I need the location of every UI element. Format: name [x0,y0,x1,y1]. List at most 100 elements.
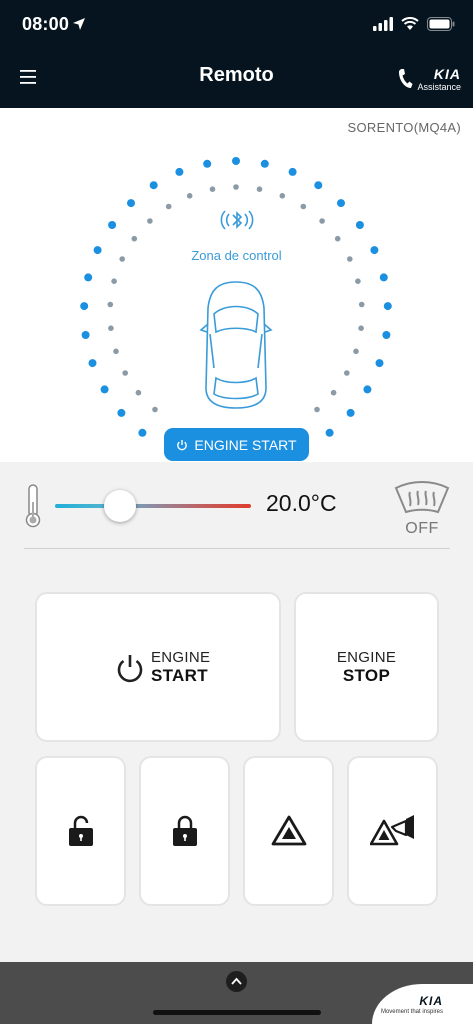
zone-dot [379,273,388,282]
zone-dot [186,193,193,199]
zone-dot [203,159,212,168]
status-time: 08:00 [22,14,70,34]
zone-dot [209,186,216,192]
zone-dot [355,221,364,229]
location-arrow-icon [73,18,85,30]
kia-logo: KIA [419,994,443,1008]
zone-dot [382,331,391,339]
outer-dot-ring [80,157,392,437]
zone-dot [344,370,350,376]
zone-dot [117,408,126,417]
zone-dot [337,199,345,208]
zone-dot [279,193,286,199]
zone-dot [152,406,158,413]
temperature-slider-thumb[interactable] [103,490,136,522]
hazard-icon [271,815,306,846]
header-bar: 08:00 Remoto KIA Assistance [0,0,473,108]
car-top-view-icon [199,281,273,409]
panic-horn-button[interactable] [347,756,438,906]
zone-dot [108,325,114,331]
lock-button[interactable] [139,756,230,906]
zone-dot [165,203,172,210]
zone-dot [147,218,153,224]
zone-dot [149,181,158,190]
temperature-value: 20.0°C [266,490,337,516]
zone-dot [319,218,325,224]
zone-dot [88,359,97,368]
panic-horn-icon [369,815,414,846]
control-zone-graphic [80,157,392,437]
zone-dot [131,235,138,242]
zone-dot [325,428,334,437]
zone-dot [232,157,240,165]
zone-dot [233,184,239,190]
engine-start-pill-button[interactable]: ENGINE START [164,428,309,461]
zone-dot [330,389,337,396]
engine-start-line2: START [151,665,208,685]
zone-dot [100,385,109,394]
engine-stop-line2: STOP [342,665,391,685]
zone-dot [113,348,119,355]
zone-dot [363,385,372,394]
power-icon [117,654,143,682]
thermometer-icon [25,484,41,528]
zone-dot [108,221,117,229]
brand-tab: KIA Movement that inspires [372,984,473,1024]
wifi-icon [401,17,419,30]
zone-dot [383,302,392,311]
climate-control: 20.0°C OFF [0,462,473,550]
lock-icon [172,815,197,846]
zone-dot [300,203,307,210]
assistance-button[interactable]: KIA Assistance [397,64,461,94]
zone-dot [138,428,147,437]
zone-dot [175,167,184,176]
defrost-status: OFF [405,520,439,537]
zone-dot [358,301,365,308]
control-zone-panel: SORENTO(MQ4A) Zona de control ENGINE STA… [0,108,473,462]
engine-stop-button[interactable]: ENGINE STOP [294,592,439,742]
zone-dot [127,199,135,208]
cellular-signal-icon [373,17,393,31]
phone-icon [399,69,413,88]
windshield-defrost-icon [394,481,450,514]
status-indicators [373,17,455,31]
zone-dot [353,348,359,355]
zone-dot [111,278,117,284]
zone-dot [346,408,355,417]
engine-start-button[interactable]: ENGINE START [35,592,281,742]
zone-dot [314,181,323,190]
control-zone-label: Zona de control [191,248,282,263]
zone-dot [260,159,269,168]
zone-dot [122,370,128,376]
power-icon [177,439,188,450]
zone-dot [288,167,297,176]
assistance-label: Assistance [417,81,461,92]
zone-dot [135,389,142,396]
zone-dot [80,302,89,311]
zone-dot [107,301,114,308]
zone-dot [84,273,93,282]
expand-button[interactable] [226,971,247,992]
kia-logo: KIA [433,65,461,82]
temperature-slider-track[interactable] [55,504,251,508]
chevron-up-icon [231,977,242,985]
bluetooth-icon [220,210,254,230]
bottom-bar: KIA Movement that inspires [0,962,473,1024]
hazard-lights-button[interactable] [243,756,334,906]
engine-stop-line1: ENGINE [336,649,397,666]
zone-dot [358,325,364,331]
zone-dot [375,359,384,368]
zone-dot [314,406,320,413]
divider [24,548,450,549]
defrost-toggle[interactable]: OFF [390,480,454,540]
zone-dot [355,278,361,284]
zone-dot [81,331,90,339]
zone-dot [256,186,263,192]
battery-icon [427,17,455,31]
engine-start-line1: ENGINE [151,649,211,666]
brand-slogan: Movement that inspires [380,1009,443,1015]
unlock-icon [68,815,93,846]
unlock-button[interactable] [35,756,126,906]
home-indicator[interactable] [153,1010,321,1015]
engine-start-pill-label: ENGINE START [194,436,297,453]
